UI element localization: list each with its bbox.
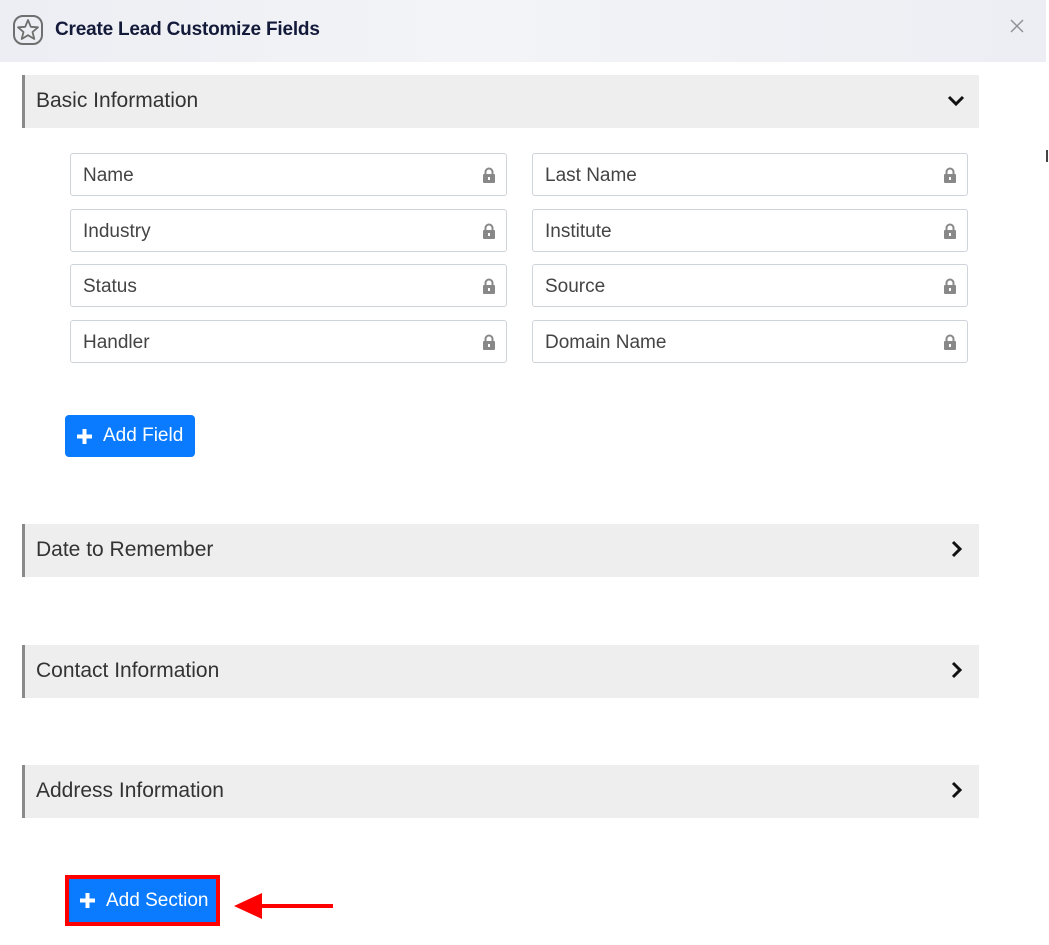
- customize-fields-modal: Create Lead Customize Fields Basic Infor…: [0, 0, 1046, 945]
- lock-icon: [944, 167, 956, 183]
- lock-icon: [483, 167, 495, 183]
- field-last-name[interactable]: Last Name: [532, 153, 968, 196]
- section-label: Address Information: [36, 779, 224, 802]
- annotation-arrow-icon: [234, 893, 333, 919]
- field-status[interactable]: Status: [70, 264, 507, 307]
- lock-icon: [944, 278, 956, 294]
- add-section-button[interactable]: Add Section: [65, 875, 220, 926]
- field-label: Last Name: [545, 165, 637, 186]
- section-date-to-remember[interactable]: Date to Remember: [22, 524, 979, 577]
- chevron-right-icon[interactable]: [947, 661, 965, 679]
- field-label: Status: [83, 276, 137, 297]
- section-basic-information[interactable]: Basic Information: [22, 75, 979, 128]
- chevron-right-icon[interactable]: [947, 781, 965, 799]
- close-icon[interactable]: [1008, 17, 1026, 35]
- modal-title: Create Lead Customize Fields: [55, 19, 320, 40]
- lock-icon: [483, 223, 495, 239]
- section-label: Date to Remember: [36, 538, 214, 561]
- plus-icon: [77, 428, 92, 444]
- scrollbar-mark: [1046, 150, 1048, 162]
- field-label: Domain Name: [545, 332, 667, 353]
- lock-icon: [483, 278, 495, 294]
- section-contact-information[interactable]: Contact Information: [22, 645, 979, 698]
- field-label: Institute: [545, 221, 612, 242]
- section-address-information[interactable]: Address Information: [22, 765, 979, 818]
- field-label: Source: [545, 276, 606, 297]
- lock-icon: [483, 334, 495, 350]
- field-industry[interactable]: Industry: [70, 209, 507, 252]
- section-label: Contact Information: [36, 659, 220, 682]
- lock-icon: [944, 223, 956, 239]
- field-domain-name[interactable]: Domain Name: [532, 320, 968, 363]
- chevron-right-icon[interactable]: [947, 540, 965, 558]
- field-name[interactable]: Name: [70, 153, 507, 196]
- add-field-button[interactable]: Add Field: [65, 415, 195, 457]
- field-institute[interactable]: Institute: [532, 209, 968, 252]
- field-label: Name: [83, 165, 134, 186]
- field-label: Industry: [83, 221, 151, 242]
- field-handler[interactable]: Handler: [70, 320, 507, 363]
- field-label: Handler: [83, 332, 150, 353]
- chevron-down-icon[interactable]: [947, 91, 965, 109]
- field-source[interactable]: Source: [532, 264, 968, 307]
- add-section-label: Add Section: [106, 889, 209, 911]
- modal-header: Create Lead Customize Fields: [0, 0, 1046, 62]
- plus-icon: [80, 893, 95, 908]
- add-field-label: Add Field: [103, 425, 184, 446]
- section-label: Basic Information: [36, 89, 199, 112]
- lock-icon: [944, 334, 956, 350]
- star-icon: [13, 15, 43, 45]
